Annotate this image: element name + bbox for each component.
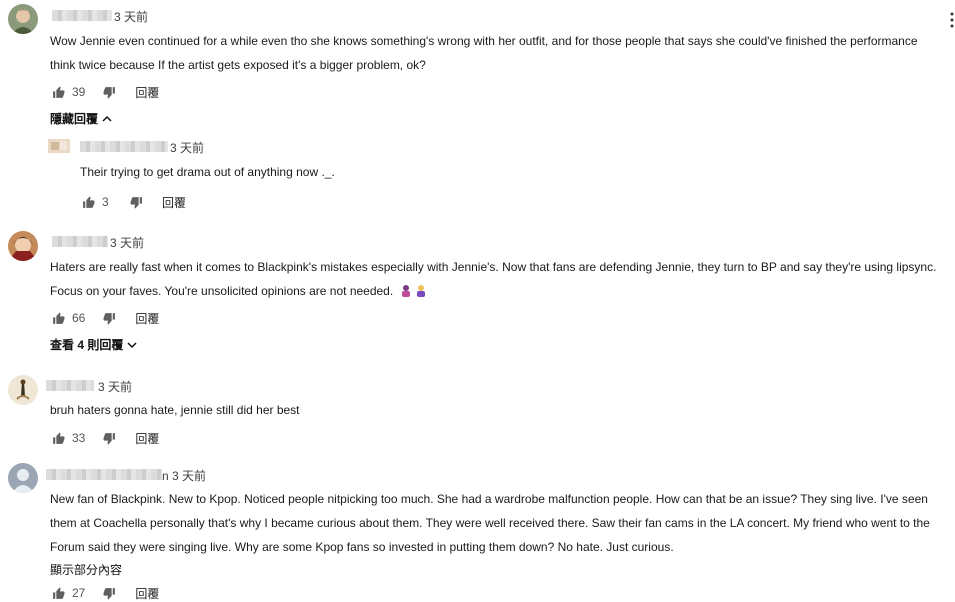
like-count: 66 [72,311,86,325]
reply-button[interactable]: 回覆 [162,194,186,211]
comment-text: New fan of Blackpink. New to Kpop. Notic… [50,487,940,559]
avatar[interactable] [8,375,38,405]
comment-timestamp[interactable]: 3 天前 [98,378,132,395]
author-name[interactable] [46,380,94,391]
comment-actions: 33 回覆 [50,430,159,446]
thumb-up-icon[interactable] [80,194,96,210]
comment-timestamp[interactable]: 3 天前 [110,234,144,251]
hide-replies-button[interactable]: 隱藏回覆 [50,110,112,127]
comment-timestamp[interactable]: 3 天前 [170,139,204,156]
thumb-up-icon[interactable] [50,310,66,326]
hide-replies-label: 隱藏回覆 [50,112,99,126]
like-count: 39 [72,85,86,99]
thumb-down-icon[interactable] [101,310,117,326]
comment-actions: 66 回覆 [50,310,159,326]
comment-line: New fan of Blackpink. New to Kpop. Notic… [50,492,928,506]
timestamp-text: 3 天前 [172,469,207,483]
reply-button[interactable]: 回覆 [135,585,159,602]
thumb-up-icon[interactable] [50,585,66,601]
comment-line: them at Coachella personally that's why … [50,516,930,530]
comment-text: Wow Jennie even continued for a while ev… [50,29,940,77]
author-name[interactable] [52,10,112,21]
view-replies-button[interactable]: 查看 4 則回覆 [50,336,137,353]
reply-button[interactable]: 回覆 [135,430,159,447]
comment-line: Haters are really fast when it comes to … [50,260,937,274]
avatar[interactable] [8,4,38,34]
comment-line: bruh haters gonna hate, jennie still did… [50,403,300,417]
chevron-up-icon [102,115,112,122]
comment-text: Haters are really fast when it comes to … [50,255,940,303]
chevron-down-icon [127,341,137,348]
comment-line-with-emoji: Focus on your faves. You're unsolicited … [50,279,940,303]
author-name-suffix: n [162,469,169,483]
comment-actions: 3 回覆 [80,194,186,210]
comment-line: Wow Jennie even continued for a while ev… [50,34,918,48]
view-replies-label: 查看 4 則回覆 [50,338,124,352]
avatar[interactable] [8,463,38,493]
person-gesturing-emoji-icon [415,281,427,297]
comment-line: think twice because If the artist gets e… [50,58,426,72]
thumb-down-icon[interactable] [101,84,117,100]
more-options-icon[interactable] [945,10,955,30]
like-count: 33 [72,431,86,445]
thumb-up-icon[interactable] [50,84,66,100]
thumb-down-icon[interactable] [101,430,117,446]
comment-timestamp[interactable]: n 3 天前 [162,467,206,484]
reply-button[interactable]: 回覆 [135,84,159,101]
reply-button[interactable]: 回覆 [135,310,159,327]
comment-actions: 27 回覆 [50,585,159,601]
comment-actions: 39 回覆 [50,84,159,100]
author-name[interactable] [52,236,108,247]
avatar[interactable] [8,231,38,261]
like-count: 27 [72,586,86,600]
comment-line: Their trying to get drama out of anythin… [80,165,335,179]
avatar[interactable] [48,139,70,153]
show-more-button[interactable]: 顯示部分內容 [50,561,122,578]
like-count: 3 [102,195,109,209]
author-name[interactable] [80,141,168,152]
author-name[interactable] [46,469,162,480]
comment-text: Their trying to get drama out of anythin… [80,160,930,184]
thumb-up-icon[interactable] [50,430,66,446]
comment-timestamp[interactable]: 3 天前 [114,8,148,25]
comment-line: Forum said they were singing live. Why a… [50,540,674,554]
person-bowing-emoji-icon [400,281,412,297]
comment-line: Focus on your faves. You're unsolicited … [50,284,394,298]
thumb-down-icon[interactable] [101,585,117,601]
comment-text: bruh haters gonna hate, jennie still did… [50,398,940,422]
thumb-down-icon[interactable] [128,194,144,210]
